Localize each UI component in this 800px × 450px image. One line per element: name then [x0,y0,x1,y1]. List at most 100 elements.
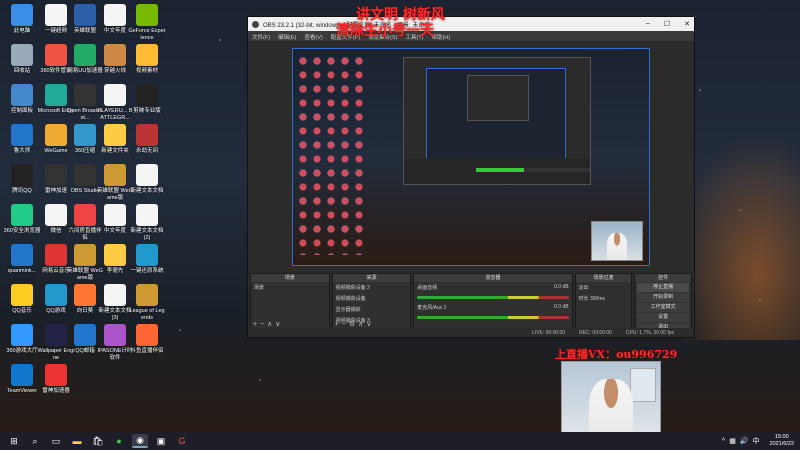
transition-type[interactable]: 淡出 [576,282,632,293]
app-icon [11,4,33,26]
clock-time: 15:00 [774,434,789,440]
desktop-icon[interactable]: 回收站 [3,44,41,75]
app-icon[interactable]: ▣ [153,434,169,448]
menu-edit[interactable]: 编辑(E) [278,33,296,41]
desktop-icon[interactable]: 雷神加速器 [37,364,75,395]
taskbar: ⊞ ⌕ ▭ ▬ 🛍 ● ◉ ▣ G ^ ▦ 🔊 中 15:00 2021/6/2… [0,432,800,450]
app-icon [74,84,96,106]
desktop-icon[interactable]: 斗鱼直播伴侣 [128,324,166,355]
volume-icon[interactable]: 🔊 [740,437,749,445]
start-recording-button[interactable]: 开始录制 [637,293,690,302]
clock[interactable]: 15:00 2021/6/22 [770,434,794,448]
desktop-icon[interactable]: 360游戏大厅 [3,324,41,355]
studio-mode-button[interactable]: 工作室模式 [637,303,690,312]
desktop-icon[interactable]: GeForce Experience [128,4,166,41]
obs-menubar: 文件(F) 编辑(E) 查看(V) 配置文件(P) 场景集合(S) 工具(T) … [248,31,694,41]
app-icon [74,4,96,26]
volume-meter[interactable] [417,296,569,299]
app-icon [104,244,126,266]
desktop-icon[interactable]: 一键还原系统 [128,244,166,275]
desktop-icon[interactable]: 视频素材 [128,44,166,75]
app-icon [74,44,96,66]
scenes-toolbar[interactable]: +−∧∨ [253,320,283,328]
menu-view[interactable]: 查看(V) [304,33,322,41]
menu-help[interactable]: 帮助(H) [431,33,450,41]
app-icon [136,204,158,226]
obs-titlebar[interactable]: OBS 23.2.1 (32-bit, windows) - 配置文件: 未命名… [248,17,694,31]
cpu-fps: CPU: 1.7%, 30.00 fps [625,329,674,336]
desktop-icon[interactable]: 腾讯QQ [3,164,41,195]
desktop-icon[interactable]: 鲁大师 [3,124,41,155]
webcam-overlay [561,361,661,442]
desktop-icon[interactable]: 剪映专业版 [128,84,166,115]
desktop-icon[interactable]: quanmink... [3,244,41,275]
sources-toolbar[interactable]: +−⚙∧∨ [335,320,375,328]
source-item[interactable]: 视频捕获设备 2 [333,282,411,293]
app-icon [45,324,67,346]
clock-date: 2021/6/22 [769,441,794,447]
app-icon [104,204,126,226]
desktop-icon-label: League of Legends [129,308,165,321]
app-icon [136,284,158,306]
app-icon [136,324,158,346]
desktop-icon[interactable]: 永劫无间 [128,124,166,155]
obs-preview[interactable] [292,48,650,266]
minimize-icon[interactable]: – [646,20,650,28]
channel-name: 麦克风/Aux 2 [417,305,447,311]
app-icon [104,284,126,306]
mixer-channel-mic: 麦克风/Aux 2 0.0 dB [414,302,571,322]
network-icon[interactable]: ▦ [729,437,736,445]
app-icon [45,44,67,66]
sources-dock: 来源 视频捕获设备 2 视频捕获设备 显示器捕获 视频捕获设备 3 +−⚙∧∨ [331,273,412,331]
maximize-icon[interactable]: ☐ [664,20,670,28]
app-icon [136,4,158,26]
app-icon [74,164,96,186]
overlay-contact: 上直播VX：ou996729 [555,348,678,361]
stop-streaming-button[interactable]: 停止直播 [637,283,690,292]
app-icon [11,284,33,306]
volume-meter[interactable] [417,316,569,319]
app-icon [104,84,126,106]
desktop-icon-label: 鲁大师 [13,148,31,154]
game-icon[interactable]: G [174,434,190,448]
scenes-title: 场景 [251,274,329,282]
desktop-icon[interactable]: 新建文本文档 (2) [128,204,166,241]
menu-file[interactable]: 文件(F) [252,33,270,41]
file-explorer-icon[interactable]: ▬ [69,434,85,448]
task-view-icon[interactable]: ▭ [48,434,64,448]
mixer-dock: 混音器 桌面音频 0.0 dB 麦克风/Aux 2 0.0 dB [413,273,573,331]
desktop-icon[interactable]: 控制面板 [3,84,41,115]
app-icon [11,324,33,346]
scene-item[interactable]: 场景 [251,282,329,293]
desktop-icon[interactable]: 新建文本文档 [128,164,166,195]
desktop-icon[interactable]: 360安全浏览器 [3,204,41,235]
app-icon [104,124,126,146]
desktop-icon[interactable]: League of Legends [128,284,166,321]
desktop-icon-label: 回收站 [13,68,31,74]
channel-db: 0.0 dB [554,304,569,310]
desktop-icon-label: 视频素材 [135,68,158,74]
obs-window[interactable]: OBS 23.2.1 (32-bit, windows) - 配置文件: 未命名… [247,16,695,338]
tray-chevron-icon[interactable]: ^ [722,438,725,445]
app-icon [11,244,33,266]
desktop-icon-label: 永劫无间 [135,148,158,154]
desktop-icon[interactable]: TeamViewer [3,364,41,395]
source-item[interactable]: 视频捕获设备 [333,293,411,304]
channel-name: 桌面音频 [417,285,438,291]
app-icon [74,324,96,346]
transition-duration[interactable]: 时长 300ms [576,293,632,304]
obs-taskbar-icon[interactable]: ◉ [132,434,148,448]
browser-icon[interactable]: ● [111,434,127,448]
transitions-title: 场景过渡 [575,274,632,282]
desktop-icon[interactable]: 此电脑 [3,4,41,35]
app-icon [74,244,96,266]
windows-start-icon[interactable]: ⊞ [6,434,22,448]
settings-button[interactable]: 设置 [637,313,690,322]
close-icon[interactable]: ✕ [684,20,690,28]
store-icon[interactable]: 🛍 [90,434,106,448]
ime-indicator[interactable]: 中 [753,436,760,446]
desktop-icon[interactable]: QQ音乐 [3,284,41,315]
search-icon[interactable]: ⌕ [27,434,43,448]
source-item[interactable]: 显示器捕获 [333,304,411,315]
preview-nested-obs [403,57,591,185]
